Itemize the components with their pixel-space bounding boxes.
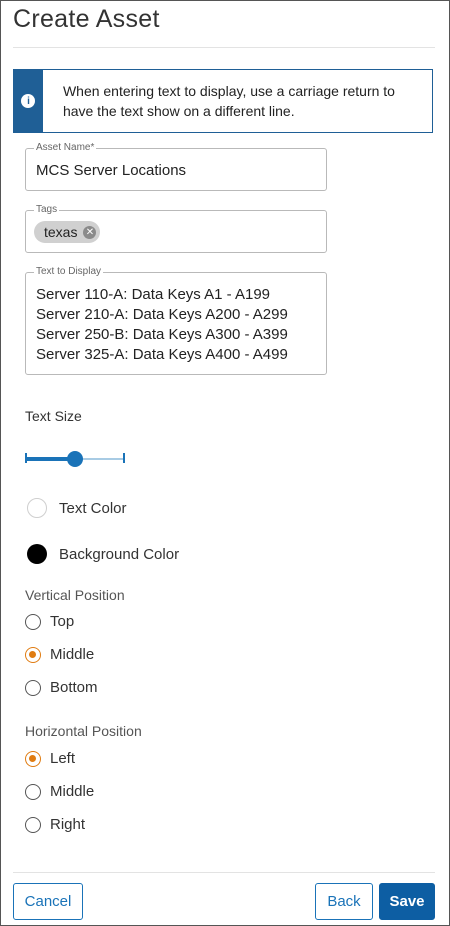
vertical-position-label: Vertical Position — [25, 587, 125, 603]
text-size-slider[interactable] — [25, 451, 125, 467]
text-color-picker[interactable]: Text Color — [27, 498, 127, 518]
asset-name-field[interactable]: Asset Name* MCS Server Locations — [25, 142, 327, 191]
radio-vertical-middle[interactable]: Middle — [25, 646, 94, 663]
asset-name-label: Asset Name* — [34, 142, 97, 154]
remove-tag-icon[interactable]: ✕ — [83, 225, 97, 239]
radio-button-selected[interactable] — [25, 646, 41, 663]
text-color-swatch[interactable] — [27, 498, 47, 518]
radio-horizontal-left[interactable]: Left — [25, 750, 75, 767]
radio-button[interactable] — [25, 613, 41, 630]
radio-horizontal-middle[interactable]: Middle — [25, 783, 94, 800]
background-color-label: Background Color — [59, 545, 180, 563]
radio-label: Middle — [50, 646, 95, 663]
back-button[interactable]: Back — [315, 883, 373, 920]
asset-name-value[interactable]: MCS Server Locations — [36, 162, 186, 179]
tag-chip-label: texas — [44, 224, 78, 240]
text-size-label: Text Size — [25, 408, 82, 424]
text-line: Server 210-A: Data Keys A200 - A299 — [36, 306, 288, 323]
info-banner: i When entering text to display, use a c… — [13, 69, 433, 133]
text-line: Server 250-B: Data Keys A300 - A399 — [36, 326, 288, 343]
text-line: Server 110-A: Data Keys A1 - A199 — [36, 286, 271, 303]
text-color-label: Text Color — [59, 499, 127, 517]
cancel-button[interactable]: Cancel — [13, 883, 83, 920]
tags-label: Tags — [34, 204, 60, 216]
radio-label: Top — [50, 613, 75, 630]
title-divider — [13, 47, 435, 48]
text-to-display-value[interactable]: Server 110-A: Data Keys A1 - A199 Server… — [36, 285, 288, 365]
tag-chip: texas ✕ — [34, 221, 101, 243]
radio-label: Middle — [50, 783, 95, 800]
text-to-display-label: Text to Display — [34, 266, 104, 278]
info-banner-accent: i — [14, 70, 43, 132]
horizontal-position-label: Horizontal Position — [25, 723, 142, 739]
slider-max-tick — [123, 453, 125, 463]
slider-min-tick — [25, 453, 27, 463]
info-banner-text: When entering text to display, use a car… — [62, 83, 395, 119]
background-color-picker[interactable]: Background Color — [27, 544, 179, 564]
slider-thumb[interactable] — [67, 451, 83, 467]
radio-vertical-top[interactable]: Top — [25, 613, 74, 630]
background-color-swatch[interactable] — [27, 544, 47, 564]
radio-horizontal-right[interactable]: Right — [25, 816, 85, 833]
radio-label: Left — [50, 750, 76, 767]
radio-button-selected[interactable] — [25, 750, 41, 767]
text-line: Server 325-A: Data Keys A400 - A499 — [36, 346, 288, 363]
page-title: Create Asset — [13, 5, 160, 33]
radio-button[interactable] — [25, 783, 41, 800]
tags-field[interactable]: Tags texas ✕ — [25, 204, 327, 253]
radio-vertical-bottom[interactable]: Bottom — [25, 679, 98, 696]
footer-divider — [13, 872, 435, 873]
info-icon: i — [21, 94, 36, 108]
radio-button[interactable] — [25, 679, 41, 696]
text-to-display-field[interactable]: Text to Display Server 110-A: Data Keys … — [25, 266, 327, 375]
radio-label: Right — [50, 816, 86, 833]
radio-label: Bottom — [50, 679, 98, 696]
save-button[interactable]: Save — [379, 883, 435, 920]
radio-button[interactable] — [25, 816, 41, 833]
